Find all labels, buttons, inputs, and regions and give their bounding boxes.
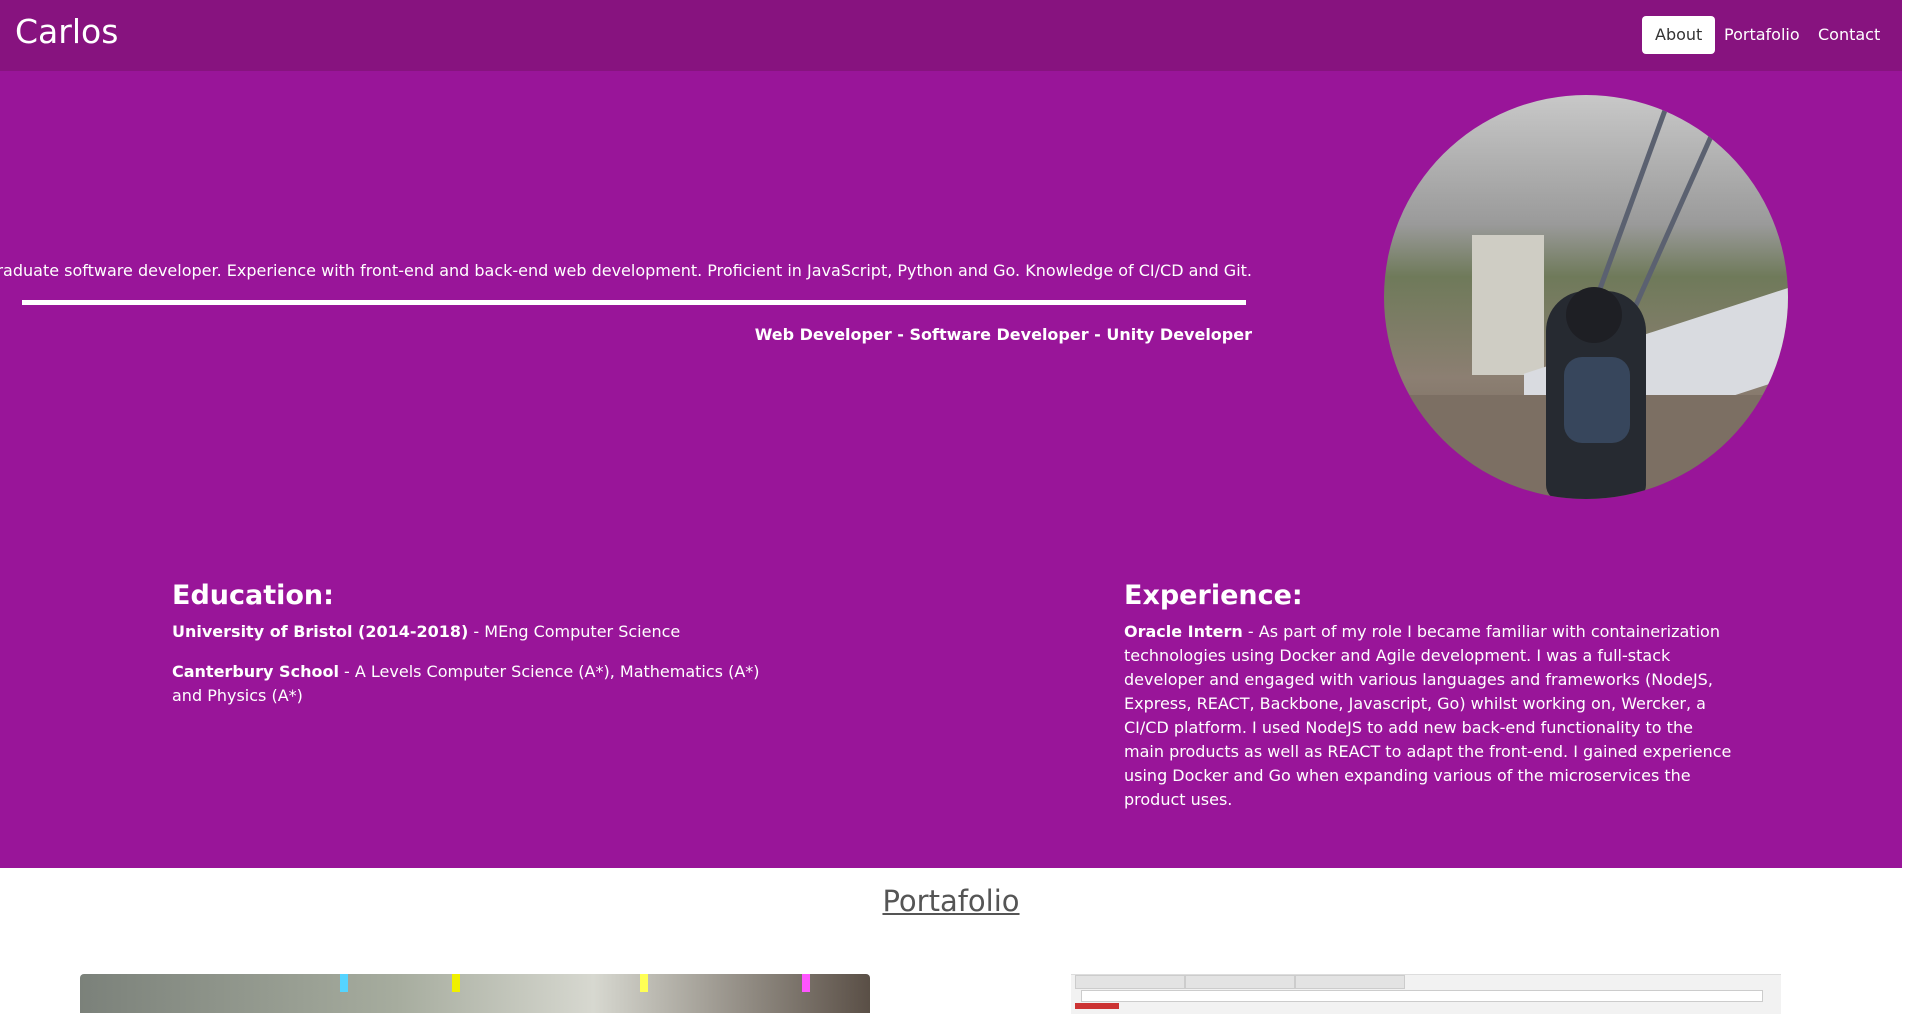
experience-detail: - As part of my role I became familiar w… — [1124, 622, 1732, 809]
confetti-mark — [452, 974, 460, 992]
education-detail: - MEng Computer Science — [468, 622, 681, 641]
nav-item-about[interactable]: About — [1642, 16, 1716, 54]
site-logo-icon — [1075, 1003, 1119, 1009]
person-head — [1566, 287, 1622, 343]
brand-logo[interactable]: Carlos — [15, 10, 118, 54]
experience-role-name: Oracle Intern — [1124, 622, 1243, 641]
education-school-name: Canterbury School — [172, 662, 339, 681]
portfolio-card-game[interactable] — [80, 974, 870, 1013]
intro-text: Graduate software developer. Experience … — [0, 261, 1252, 280]
confetti-mark — [802, 974, 810, 992]
confetti-mark — [340, 974, 348, 992]
nav-item-portafolio[interactable]: Portafolio — [1711, 16, 1813, 54]
browser-tab — [1185, 975, 1295, 989]
education-item: University of Bristol (2014-2018) - MEng… — [172, 620, 782, 644]
profile-photo — [1384, 95, 1788, 499]
nav-item-contact[interactable]: Contact — [1805, 16, 1893, 54]
browser-address-bar — [1081, 990, 1763, 1002]
experience-item: Oracle Intern - As part of my role I bec… — [1124, 620, 1734, 812]
navbar: Carlos About Portafolio Contact — [0, 0, 1902, 71]
backpack — [1564, 357, 1630, 443]
portfolio-title[interactable]: Portafolio — [0, 884, 1902, 918]
hero-divider — [22, 300, 1246, 305]
experience-title: Experience: — [1124, 580, 1303, 611]
hero-section: Graduate software developer. Experience … — [0, 71, 1902, 868]
confetti-mark — [640, 974, 648, 992]
browser-tab — [1295, 975, 1405, 989]
education-title: Education: — [172, 580, 334, 611]
bridge-cable — [1625, 95, 1736, 325]
roles-text: Web Developer - Software Developer - Uni… — [754, 325, 1252, 344]
education-school-name: University of Bristol (2014-2018) — [172, 622, 469, 641]
education-item: Canterbury School - A Levels Computer Sc… — [172, 660, 782, 708]
portfolio-card-screenshot[interactable] — [1071, 974, 1781, 1014]
browser-tab — [1075, 975, 1185, 989]
bridge-tower — [1472, 235, 1544, 375]
